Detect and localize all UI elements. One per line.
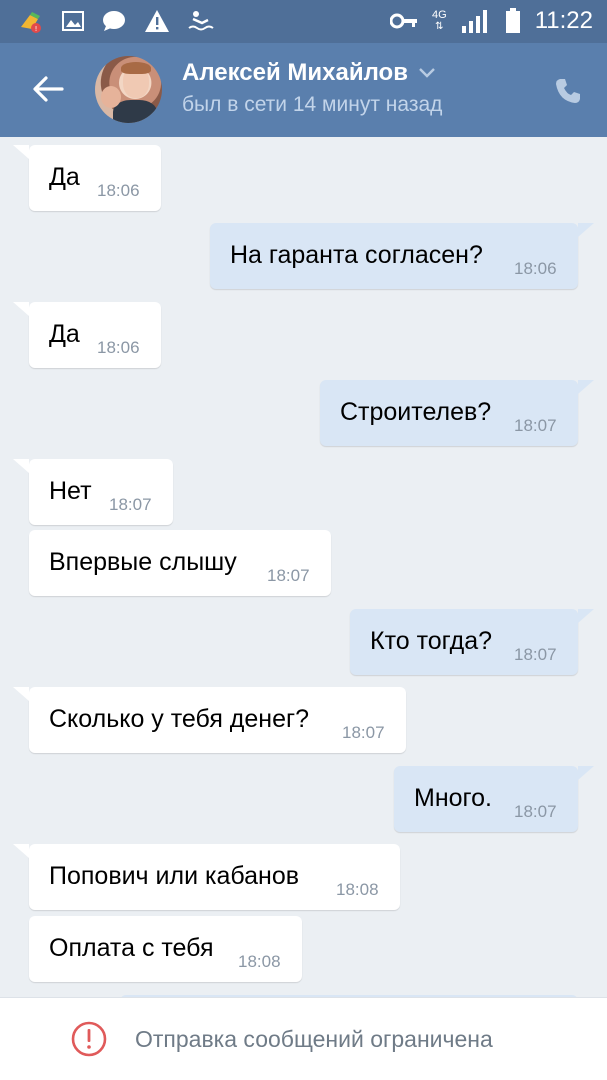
- network-label: 4G: [432, 9, 447, 21]
- message-time: 18:08: [238, 952, 281, 971]
- cleaner-icon: !: [18, 9, 44, 33]
- message-time: 18:07: [514, 645, 557, 664]
- message-incoming[interactable]: Сколько у тебя денег? 18:07: [13, 687, 406, 753]
- clock: 11:22: [534, 7, 593, 34]
- message-incoming[interactable]: Да 18:06: [13, 302, 161, 368]
- message-time: 18:06: [97, 338, 140, 357]
- message-outgoing[interactable]: Много. 18:07: [394, 766, 594, 832]
- svg-text:!: !: [35, 25, 38, 33]
- chevron-down-icon: [419, 68, 435, 78]
- chat-header: Алексей Михайлов был в сети 14 минут наз…: [0, 43, 607, 137]
- alert-circle-icon: [71, 1021, 107, 1057]
- swimmer-icon: [188, 10, 214, 32]
- battery-icon: [505, 8, 521, 34]
- message-text: Да: [49, 320, 80, 348]
- message-time: 18:08: [336, 880, 379, 899]
- back-arrow-icon: [33, 76, 64, 102]
- contact-name-label: Алексей Михайлов: [182, 59, 408, 86]
- message-incoming[interactable]: Оплата с тебя 18:08: [29, 916, 302, 982]
- message-time: 18:07: [109, 495, 152, 514]
- message-time: 18:07: [514, 416, 557, 435]
- warning-icon: [144, 9, 170, 33]
- message-outgoing[interactable]: На гаранта согласен? 18:06: [210, 223, 594, 289]
- message-incoming[interactable]: Попович или кабанов 18:08: [13, 844, 400, 910]
- message-text: Кто тогда?: [370, 627, 493, 655]
- back-button[interactable]: [28, 69, 68, 109]
- status-bar: ! 4G ⇅ 11:22: [0, 0, 607, 43]
- chat-icon: [102, 10, 126, 32]
- restriction-notice: Отправка сообщений ограничена: [135, 1026, 493, 1052]
- message-incoming[interactable]: Впервые слышу 18:07: [29, 530, 331, 596]
- message-time: 18:06: [514, 259, 557, 278]
- message-list[interactable]: Да 18:06 На гаранта согласен? 18:06 Да 1…: [0, 137, 607, 997]
- message-text: Оплата с тебя: [49, 934, 214, 962]
- message-time: 18:07: [267, 566, 310, 585]
- message-text: Сколько у тебя денег?: [49, 705, 310, 733]
- message-time: 18:07: [514, 802, 557, 821]
- message-outgoing[interactable]: Строителев? 18:07: [320, 380, 594, 446]
- message-text: Попович или кабанов: [49, 862, 300, 890]
- message-time: 18:07: [342, 723, 385, 742]
- vpn-key-icon: [390, 13, 418, 29]
- avatar[interactable]: [95, 56, 162, 123]
- phone-icon: [556, 79, 580, 103]
- message-time: 18:06: [97, 181, 140, 200]
- composer-restricted-bar: Отправка сообщений ограничена: [0, 997, 607, 1080]
- last-seen-status: был в сети 14 минут назад: [182, 93, 443, 116]
- message-text: Впервые слышу: [49, 548, 237, 576]
- network-type-icon: 4G ⇅: [432, 9, 447, 33]
- message-incoming[interactable]: Да 18:06: [13, 145, 161, 211]
- gallery-icon: [62, 11, 84, 31]
- message-text: На гаранта согласен?: [230, 241, 483, 269]
- message-outgoing[interactable]: Кто тогда? 18:07: [350, 609, 594, 675]
- message-incoming[interactable]: Нет 18:07: [13, 459, 173, 525]
- signal-icon: [461, 8, 491, 34]
- message-text: Да: [49, 163, 80, 191]
- call-button[interactable]: [548, 71, 588, 111]
- message-text: Строителев?: [340, 398, 492, 426]
- message-text: Нет: [49, 477, 92, 505]
- contact-name[interactable]: Алексей Михайлов: [182, 59, 436, 87]
- message-text: Много.: [414, 784, 492, 812]
